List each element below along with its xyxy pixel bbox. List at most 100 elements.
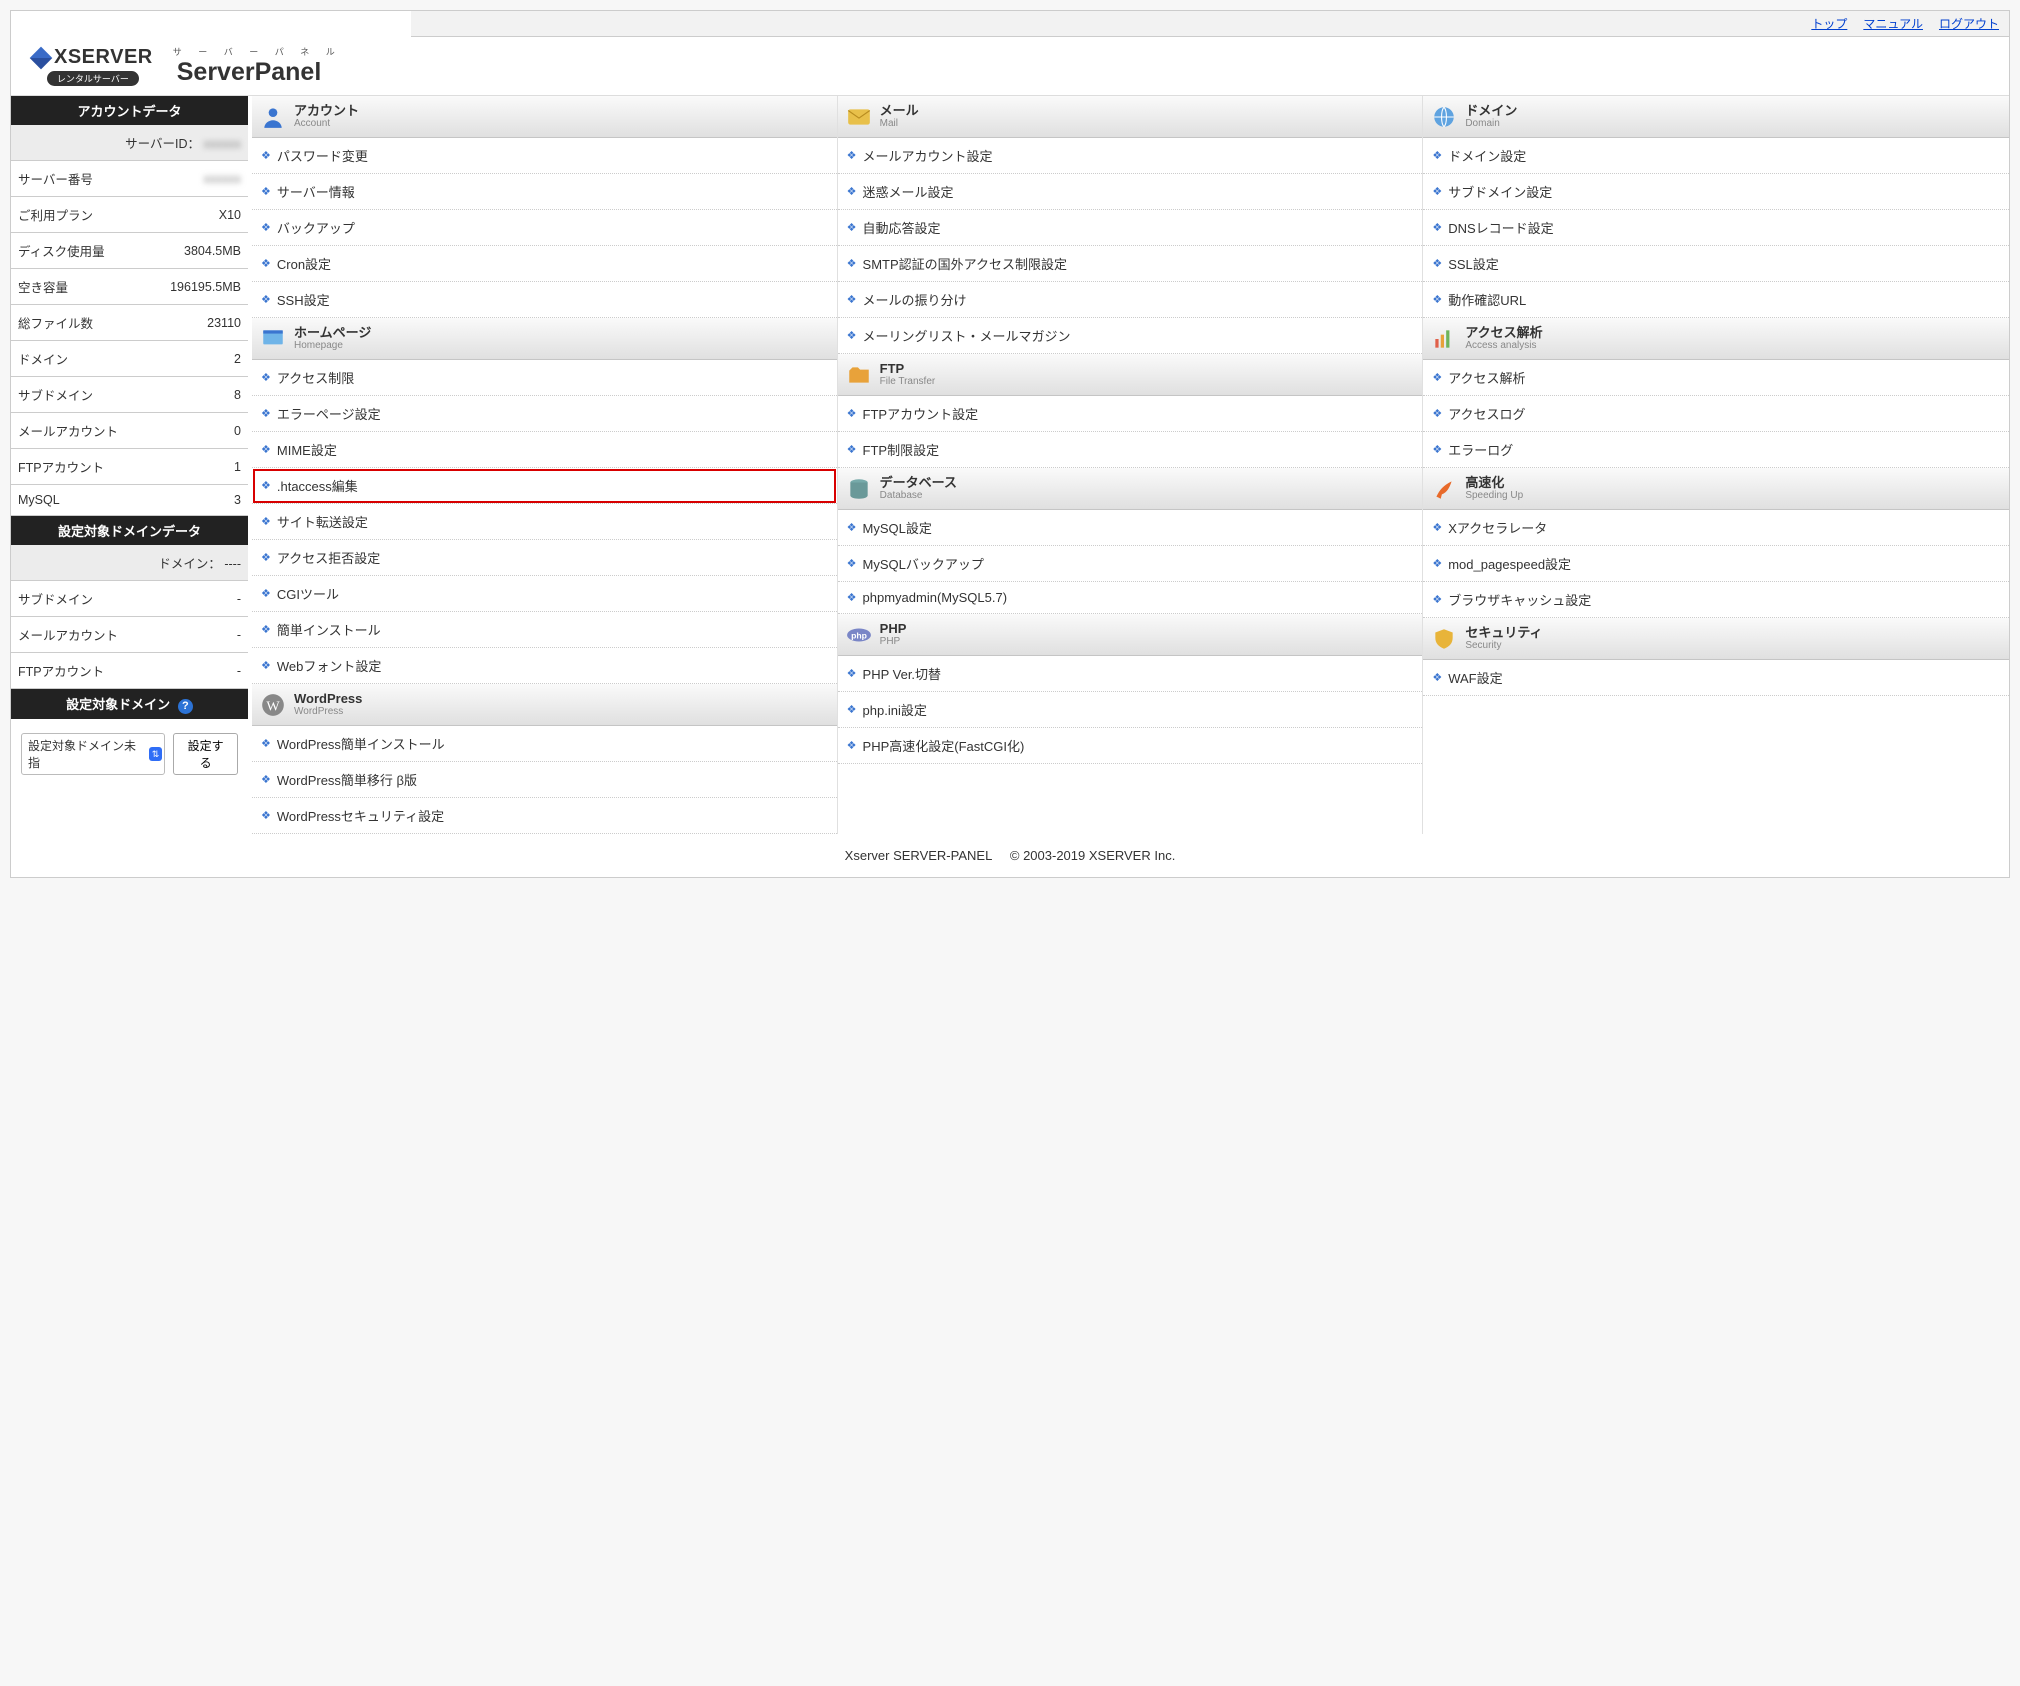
menu-item-label: アクセス制限 [277, 368, 354, 387]
menu-item[interactable]: ❖サブドメイン設定 [1423, 174, 2009, 210]
svg-text:W: W [266, 698, 280, 714]
domain-data-title: 設定対象ドメインデータ [11, 516, 248, 545]
menu-item[interactable]: ❖mod_pagespeed設定 [1423, 546, 2009, 582]
menu-item[interactable]: ❖WordPress簡単移行 β版 [252, 762, 837, 798]
menu-item[interactable]: ❖バックアップ [252, 210, 837, 246]
category-header-domain: ドメインDomain [1423, 96, 2009, 138]
svg-text:php: php [851, 630, 867, 640]
panel-ruby: サ ー バ ー パ ネ ル [173, 45, 611, 58]
menu-item-label: バックアップ [277, 218, 355, 237]
menu-item[interactable]: ❖迷惑メール設定 [838, 174, 1423, 210]
row-value: 196195.5MB [147, 269, 248, 305]
row-key: ご利用プラン [11, 197, 147, 233]
menu-item[interactable]: ❖SSL設定 [1423, 246, 2009, 282]
menu-item[interactable]: ❖Xアクセラレータ [1423, 510, 2009, 546]
menu-item[interactable]: ❖Webフォント設定 [252, 648, 837, 684]
manual-link[interactable]: マニュアル [1863, 15, 1923, 32]
category-subtitle: Mail [880, 118, 919, 129]
speed-icon [1431, 476, 1457, 502]
menu-item-label: phpmyadmin(MySQL5.7) [863, 590, 1008, 605]
menu-item[interactable]: ❖メーリングリスト・メールマガジン [838, 318, 1423, 354]
menu-item-label: mod_pagespeed設定 [1448, 554, 1571, 573]
menu-item-label: SSL設定 [1448, 254, 1499, 273]
menu-item[interactable]: ❖PHP Ver.切替 [838, 656, 1423, 692]
menu-item[interactable]: ❖FTP制限設定 [838, 432, 1423, 468]
row-value: 23110 [147, 305, 248, 341]
menu-item[interactable]: ❖サーバー情報 [252, 174, 837, 210]
set-button[interactable]: 設定する [173, 733, 238, 775]
menu-item[interactable]: ❖エラーページ設定 [252, 396, 837, 432]
menu-item[interactable]: ❖WAF設定 [1423, 660, 2009, 696]
bullet-icon: ❖ [261, 551, 271, 564]
row-key: サブドメイン [11, 581, 215, 617]
menu-item[interactable]: ❖エラーログ [1423, 432, 2009, 468]
menu-item[interactable]: ❖ブラウザキャッシュ設定 [1423, 582, 2009, 618]
table-row: メールアカウント- [11, 617, 248, 653]
bullet-icon: ❖ [1432, 443, 1442, 456]
menu-item[interactable]: ❖MySQLバックアップ [838, 546, 1423, 582]
category-title: メール [880, 104, 919, 118]
menu-item[interactable]: ❖DNSレコード設定 [1423, 210, 2009, 246]
menu-item[interactable]: ❖自動応答設定 [838, 210, 1423, 246]
menu-item[interactable]: ❖php.ini設定 [838, 692, 1423, 728]
menu-item[interactable]: ❖phpmyadmin(MySQL5.7) [838, 582, 1423, 614]
menu-item[interactable]: ❖.htaccess編集 [252, 468, 837, 504]
menu-item[interactable]: ❖MySQL設定 [838, 510, 1423, 546]
row-key: 空き容量 [11, 269, 147, 305]
category-title: データベース [880, 476, 957, 490]
menu-item[interactable]: ❖パスワード変更 [252, 138, 837, 174]
bullet-icon: ❖ [1432, 671, 1442, 684]
table-row: ディスク使用量3804.5MB [11, 233, 248, 269]
menu-item[interactable]: ❖サイト転送設定 [252, 504, 837, 540]
bullet-icon: ❖ [847, 329, 857, 342]
row-key: 総ファイル数 [11, 305, 147, 341]
menu-item[interactable]: ❖簡単インストール [252, 612, 837, 648]
table-row: FTPアカウント1 [11, 449, 248, 485]
menu-item[interactable]: ❖アクセス制限 [252, 360, 837, 396]
header: XSERVER レンタルサーバー サ ー バ ー パ ネ ル ServerPan… [11, 37, 2009, 96]
category-title: セキュリティ [1465, 626, 1542, 640]
menu-item[interactable]: ❖Cron設定 [252, 246, 837, 282]
menu-item[interactable]: ❖WordPressセキュリティ設定 [252, 798, 837, 834]
row-key: ドメイン： ---- [11, 545, 248, 581]
menu-item[interactable]: ❖SMTP認証の国外アクセス制限設定 [838, 246, 1423, 282]
menu-item[interactable]: ❖ドメイン設定 [1423, 138, 2009, 174]
menu-item[interactable]: ❖PHP高速化設定(FastCGI化) [838, 728, 1423, 764]
top-link[interactable]: トップ [1811, 15, 1847, 32]
brand-text: XSERVER [54, 46, 153, 69]
row-value: xxxxxx [147, 161, 248, 197]
menu-item[interactable]: ❖アクセスログ [1423, 396, 2009, 432]
domain-data-table: ドメイン： ----サブドメイン-メールアカウント-FTPアカウント- [11, 545, 248, 689]
rental-badge: レンタルサーバー [47, 71, 139, 86]
menu-item[interactable]: ❖アクセス解析 [1423, 360, 2009, 396]
menu-item-label: メールアカウント設定 [863, 146, 993, 165]
table-row: サーバーID： xxxxxx [11, 125, 248, 161]
menu-item[interactable]: ❖FTPアカウント設定 [838, 396, 1423, 432]
menu-item-label: メールの振り分け [863, 290, 967, 309]
bullet-icon: ❖ [847, 443, 857, 456]
help-icon[interactable]: ? [178, 699, 193, 714]
bullet-icon: ❖ [847, 149, 857, 162]
category-title: ホームページ [294, 326, 371, 340]
menu-item-label: 簡単インストール [277, 620, 381, 639]
bullet-icon: ❖ [261, 515, 271, 528]
row-value: - [215, 653, 248, 689]
row-value: 3 [147, 485, 248, 516]
logout-link[interactable]: ログアウト [1939, 15, 1999, 32]
menu-item[interactable]: ❖WordPress簡単インストール [252, 726, 837, 762]
bullet-icon: ❖ [1432, 221, 1442, 234]
menu-item[interactable]: ❖メールの振り分け [838, 282, 1423, 318]
bullet-icon: ❖ [847, 407, 857, 420]
category-title: ドメイン [1465, 104, 1517, 118]
bullet-icon: ❖ [261, 659, 271, 672]
row-value: 2 [147, 341, 248, 377]
menu-item[interactable]: ❖ メールアカウント設定 [838, 138, 1423, 174]
menu-item[interactable]: ❖CGIツール [252, 576, 837, 612]
menu-item[interactable]: ❖SSH設定 [252, 282, 837, 318]
sidebar: アカウントデータ サーバーID： xxxxxxサーバー番号xxxxxxご利用プラ… [11, 96, 248, 834]
target-domain-select[interactable]: 設定対象ドメイン未指 ⇅ [21, 733, 165, 775]
menu-item[interactable]: ❖MIME設定 [252, 432, 837, 468]
category-subtitle: Access analysis [1465, 340, 1542, 351]
menu-item[interactable]: ❖アクセス拒否設定 [252, 540, 837, 576]
menu-item[interactable]: ❖動作確認URL [1423, 282, 2009, 318]
